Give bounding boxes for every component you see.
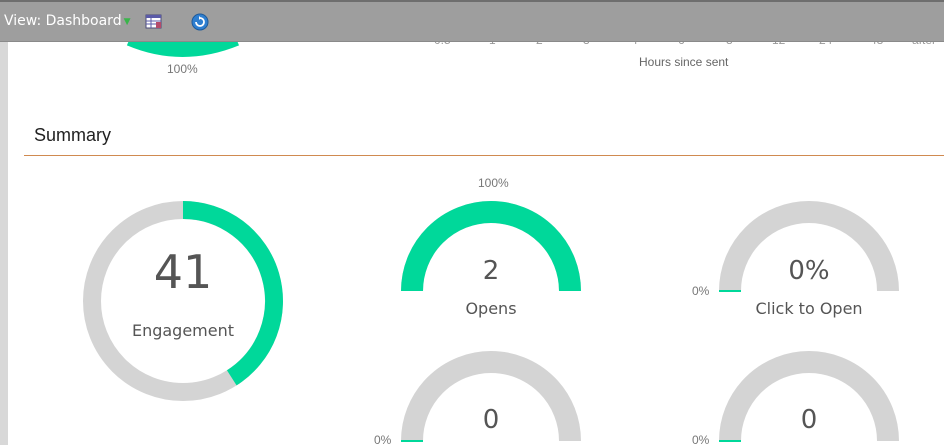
summary-graphics — [83, 30, 899, 442]
engagement-donut — [83, 201, 283, 401]
summary-title: Summary — [34, 125, 112, 145]
br-value: 0 — [800, 405, 818, 435]
engagement-value: 41 — [153, 245, 213, 299]
cto-value: 0% — [788, 256, 830, 286]
cto-label: Click to Open — [755, 299, 863, 318]
cto-left-pct: 0% — [692, 284, 710, 298]
view-dropdown[interactable]: View: Dashboard ▼ — [4, 13, 131, 29]
refresh-icon[interactable] — [191, 13, 209, 31]
summary-divider — [24, 155, 944, 156]
toolbar: View: Dashboard ▼ — [0, 0, 944, 42]
opens-top-pct: 100% — [478, 176, 509, 190]
bl-value: 0 — [482, 405, 500, 435]
view-dropdown-label: View: Dashboard — [4, 13, 122, 29]
engagement-label: Engagement — [131, 321, 235, 340]
grid-view-icon[interactable] — [145, 13, 163, 31]
opens-label: Opens — [465, 299, 517, 318]
opens-value: 2 — [482, 256, 500, 286]
dropdown-caret-icon: ▼ — [123, 17, 131, 27]
